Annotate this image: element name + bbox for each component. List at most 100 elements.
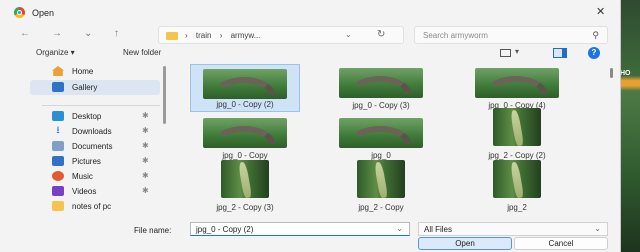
chrome-icon: [14, 7, 25, 18]
view-dropdown-icon[interactable]: ▾: [515, 47, 519, 56]
close-icon[interactable]: ✕: [596, 5, 605, 18]
file-name: jpg_2 - Copy (2): [488, 151, 546, 160]
music-icon: [52, 171, 64, 181]
help-icon[interactable]: ?: [588, 47, 600, 59]
file-name-value: jpg_0 - Copy (2): [196, 225, 254, 234]
back-arrow-icon[interactable]: ←: [20, 28, 30, 39]
image-thumbnail: [339, 118, 423, 148]
up-arrow-icon[interactable]: ↑: [114, 28, 119, 39]
sidebar-item-desktop[interactable]: Desktop ✱: [30, 109, 160, 124]
forward-arrow-icon[interactable]: →: [52, 28, 62, 39]
videos-icon: [52, 186, 64, 196]
file-list-scrollbar[interactable]: [610, 68, 613, 78]
sidebar-item-documents[interactable]: Documents ✱: [30, 139, 160, 154]
sidebar-item-label: Downloads: [72, 127, 112, 136]
image-thumbnail: [339, 68, 423, 98]
file-tile[interactable]: jpg_0 - Copy (4): [462, 64, 572, 112]
gallery-icon: [52, 82, 64, 92]
sidebar-item-label: Home: [72, 67, 94, 76]
sidebar-item-label: Gallery: [72, 83, 98, 92]
file-tile[interactable]: jpg_0 - Copy (2): [190, 64, 300, 112]
sidebar-item-gallery[interactable]: Gallery: [30, 80, 160, 95]
cancel-button[interactable]: Cancel: [514, 237, 608, 250]
preview-pane-icon[interactable]: [553, 48, 567, 58]
download-icon: ⭳: [56, 125, 60, 136]
sidebar-item-notes-of-pc[interactable]: notes of pc: [30, 199, 160, 214]
sidebar-item-label: notes of pc: [72, 202, 112, 211]
title-bar: Open ✕: [0, 0, 620, 24]
search-icon: ⚲: [592, 30, 599, 40]
file-tile[interactable]: jpg_2: [462, 160, 572, 212]
open-button[interactable]: Open: [418, 237, 512, 250]
file-tile[interactable]: jpg_0: [326, 114, 436, 162]
file-type-value: All Files: [424, 225, 453, 234]
sidebar-item-label: Music: [72, 172, 93, 181]
pin-icon[interactable]: ✱: [142, 126, 149, 135]
image-thumbnail: [357, 160, 405, 198]
new-folder-button[interactable]: New folder: [123, 48, 161, 57]
sidebar-item-pictures[interactable]: Pictures ✱: [30, 154, 160, 169]
file-tile[interactable]: jpg_2 - Copy (3): [190, 160, 300, 212]
file-name: jpg_0 - Copy (2): [216, 100, 274, 109]
navigation-pane: Home Gallery Desktop ✱ ⭳ Downloads ✱ Doc…: [30, 62, 160, 227]
recent-locations-dropdown-icon[interactable]: ⌄: [84, 28, 92, 39]
divider: [42, 105, 160, 106]
command-bar: Organize ▾ New folder ▾ ?: [0, 47, 620, 61]
breadcrumb: › train › armyw...: [185, 31, 261, 40]
sidebar-item-music[interactable]: Music ✱: [30, 169, 160, 184]
sidebar-item-label: Desktop: [72, 112, 102, 121]
file-name: jpg_0: [371, 151, 391, 160]
organize-button[interactable]: Organize ▾: [36, 48, 75, 57]
image-thumbnail: [203, 118, 287, 148]
pictures-icon: [52, 156, 64, 166]
dialog-title: Open: [32, 8, 55, 18]
pin-icon[interactable]: ✱: [142, 171, 149, 180]
search-input[interactable]: Search armyworm ⚲: [414, 26, 608, 44]
home-icon: [52, 66, 64, 76]
address-bar[interactable]: › train › armyw... ⌄ ↻: [158, 26, 404, 44]
pin-icon[interactable]: ✱: [142, 156, 149, 165]
image-thumbnail: [475, 68, 559, 98]
breadcrumb-item-armyworm[interactable]: armyw...: [231, 31, 261, 40]
file-name: jpg_0 - Copy (3): [352, 101, 410, 110]
file-tile[interactable]: jpg_2 - Copy: [326, 160, 436, 212]
sidebar-item-home[interactable]: Home: [30, 64, 160, 79]
sidebar-scrollbar[interactable]: [163, 66, 166, 124]
file-tile[interactable]: jpg_2 - Copy (2): [462, 108, 572, 160]
file-list: jpg_0 - Copy (2) jpg_0 - Copy (3) jpg_0 …: [178, 62, 608, 222]
sidebar-item-label: Videos: [72, 187, 97, 196]
sidebar-item-videos[interactable]: Videos ✱: [30, 184, 160, 199]
file-name-label: File name:: [134, 226, 172, 235]
view-options-icon[interactable]: [500, 49, 511, 57]
image-thumbnail: [203, 69, 287, 99]
file-type-select[interactable]: All Files ⌄: [418, 222, 608, 236]
image-thumbnail: [493, 160, 541, 198]
sidebar-item-label: Documents: [72, 142, 113, 151]
file-name: jpg_0 - Copy: [222, 151, 268, 160]
address-dropdown-icon[interactable]: ⌄: [345, 30, 352, 39]
documents-icon: [52, 141, 64, 151]
pin-icon[interactable]: ✱: [142, 111, 149, 120]
file-name: jpg_2 - Copy (3): [216, 203, 274, 212]
file-tile[interactable]: jpg_0 - Copy (3): [326, 64, 436, 112]
file-name: jpg_2: [507, 203, 527, 212]
image-thumbnail: [493, 108, 541, 146]
chevron-down-icon[interactable]: ⌄: [594, 224, 601, 233]
pin-icon[interactable]: ✱: [142, 141, 149, 150]
background-text: HO: [620, 70, 631, 77]
open-file-dialog: Open ✕ ← → ⌄ ↑ › train › armyw... ⌄ ↻ Se…: [0, 0, 621, 252]
image-thumbnail: [221, 160, 269, 198]
file-name: jpg_2 - Copy: [358, 203, 404, 212]
sidebar-item-label: Pictures: [72, 157, 101, 166]
sidebar-item-downloads[interactable]: ⭳ Downloads ✱: [30, 124, 160, 139]
pin-icon[interactable]: ✱: [142, 186, 149, 195]
desktop-icon: [52, 111, 64, 121]
navigation-bar: ← → ⌄ ↑ › train › armyw... ⌄ ↻ Search ar…: [0, 24, 620, 46]
breadcrumb-item-train[interactable]: train: [196, 31, 212, 40]
chevron-down-icon[interactable]: ⌄: [396, 224, 403, 233]
refresh-icon[interactable]: ↻: [377, 29, 385, 40]
search-placeholder: Search armyworm: [423, 31, 488, 40]
folder-icon: [166, 32, 178, 40]
file-tile[interactable]: jpg_0 - Copy: [190, 114, 300, 162]
file-name-input[interactable]: jpg_0 - Copy (2) ⌄: [190, 222, 410, 236]
